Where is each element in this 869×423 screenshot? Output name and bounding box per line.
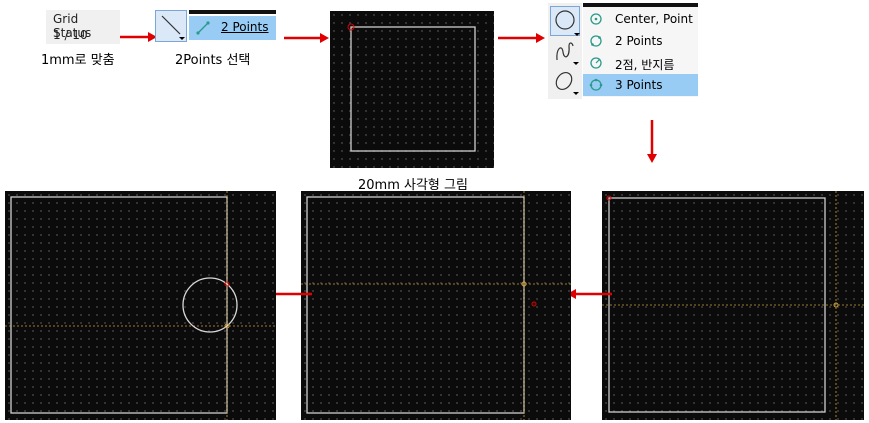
spline-tool-button[interactable] — [550, 38, 580, 66]
menu-top-border — [189, 10, 276, 14]
spline-icon — [556, 42, 579, 65]
arrow-left-icon — [567, 289, 612, 299]
circle-icon — [555, 10, 580, 36]
menu-item-two-points[interactable]: 2 Points — [583, 30, 698, 52]
ellipse-icon — [555, 72, 579, 95]
line-tool-button[interactable] — [155, 10, 187, 42]
canvas-step-first-point[interactable] — [602, 191, 864, 420]
rectangle-shape — [608, 197, 826, 413]
canvas-rectangle[interactable] — [330, 11, 494, 168]
menu-item-label: Center, Point — [615, 12, 693, 26]
rectangle-shape — [350, 26, 476, 152]
snap-marker — [531, 301, 537, 307]
circle-tool-button[interactable] — [550, 6, 580, 36]
two-points-label: 2 Points — [221, 20, 269, 34]
circle-options-menu: Center, Point 2 Points 2점, 반지름 3 Points — [583, 7, 698, 97]
arrow-right-icon — [120, 32, 157, 42]
step2-caption: 2Points 선택 — [175, 53, 251, 68]
menu-item-label: 2점, 반지름 — [615, 58, 675, 72]
two-points-menu-item[interactable]: 2 Points — [189, 16, 276, 40]
circle-three-points-icon — [589, 78, 603, 91]
menu-item-radius[interactable]: 2점, 반지름 — [583, 52, 698, 74]
menu-item-label: 3 Points — [615, 78, 663, 92]
arrow-right-icon — [284, 33, 329, 43]
circle-two-points-icon — [590, 35, 602, 47]
grid-status-value[interactable]: 1 / 10 — [53, 28, 88, 42]
menu-item-three-points[interactable]: 3 Points — [583, 74, 698, 96]
arrow-down-icon — [647, 120, 657, 163]
line-two-points-icon — [196, 21, 210, 35]
arrow-right-icon — [498, 33, 545, 43]
step1-caption: 1mm로 맞춤 — [41, 53, 115, 68]
canvas-step-second-point[interactable] — [301, 191, 571, 420]
grid-status-panel: Grid Status 1 / 10 — [46, 10, 120, 44]
circle-toolbar — [548, 3, 582, 99]
rectangle-shape — [10, 196, 228, 414]
canvas-step-circle-result[interactable] — [5, 191, 276, 420]
circle-radius-icon — [590, 57, 602, 69]
circle-center-point-icon — [590, 13, 602, 25]
line-tool-icon — [161, 15, 185, 40]
menu-item-label: 2 Points — [615, 34, 663, 48]
rectangle-shape — [306, 196, 525, 414]
circle-shape — [182, 277, 238, 333]
menu-item-center-point[interactable]: Center, Point — [583, 8, 698, 30]
ellipse-tool-button[interactable] — [550, 68, 580, 96]
